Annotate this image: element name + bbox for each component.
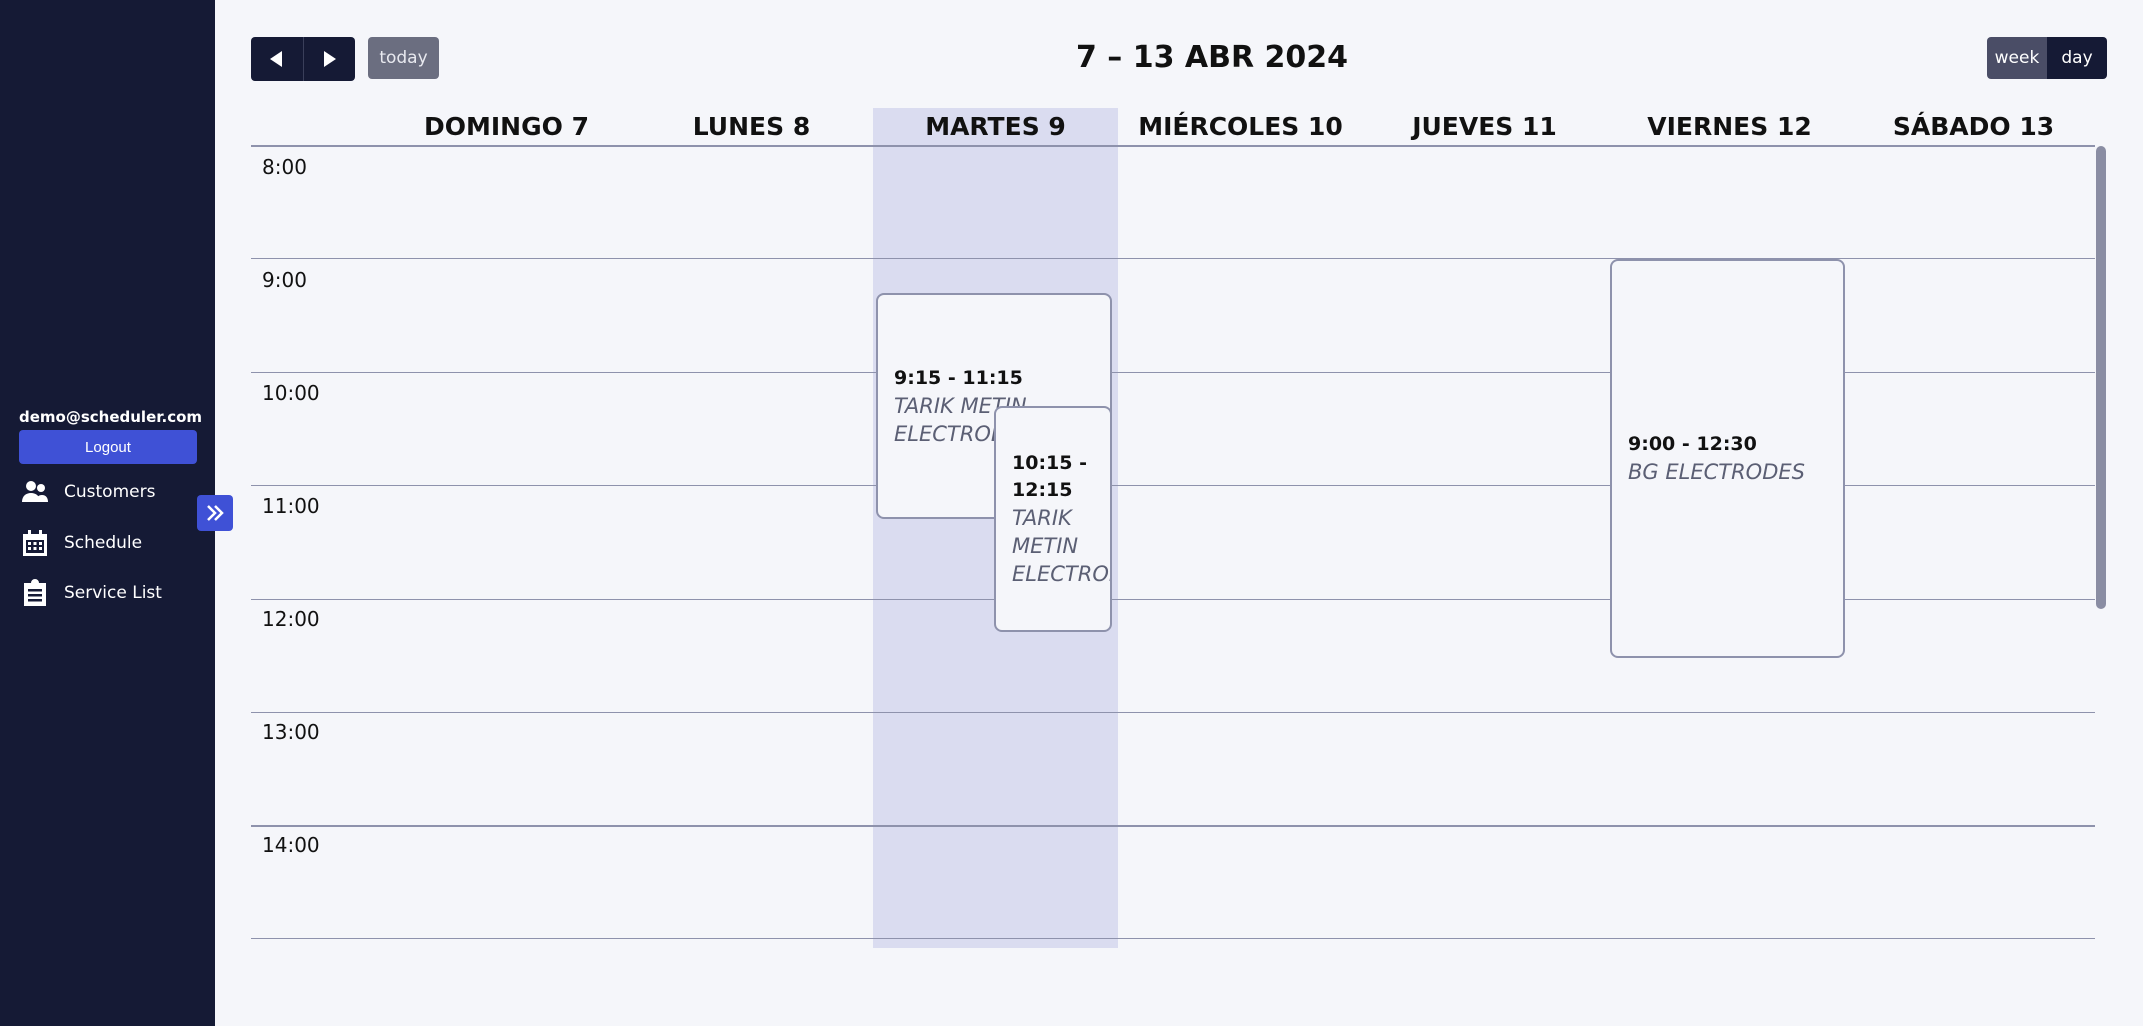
time-label: 14:00	[262, 833, 320, 857]
day-header[interactable]: LUNES 8	[629, 108, 874, 146]
clipboard-icon	[20, 578, 50, 608]
time-label: 9:00	[262, 268, 307, 292]
time-label: 8:00	[262, 155, 307, 179]
users-icon	[20, 477, 50, 507]
hour-line	[251, 938, 2095, 939]
day-header[interactable]: MARTES 9	[873, 108, 1118, 146]
today-button[interactable]: today	[368, 37, 439, 79]
prev-button[interactable]	[251, 37, 304, 81]
next-button[interactable]	[304, 37, 356, 81]
day-header[interactable]: DOMINGO 7	[384, 108, 629, 146]
sidebar-item-label: Service List	[64, 583, 162, 603]
logout-button[interactable]: Logout	[19, 430, 197, 464]
day-header[interactable]: VIERNES 12	[1607, 108, 1852, 146]
header-divider	[251, 145, 2095, 147]
hour-line	[251, 712, 2095, 713]
sidebar-item-customers[interactable]: Customers	[20, 474, 155, 510]
sidebar: demo@scheduler.com Logout Customers Sche…	[0, 0, 215, 1026]
day-header[interactable]: SÁBADO 13	[1851, 108, 2096, 146]
view-switcher: week day	[1987, 37, 2107, 79]
sidebar-item-label: Customers	[64, 482, 156, 502]
user-email: demo@scheduler.com	[19, 408, 203, 426]
calendar-title: 7 – 13 ABR 2024	[1075, 40, 1349, 75]
event-time: 10:15 - 12:15	[1012, 452, 1087, 501]
triangle-left-icon	[269, 51, 282, 67]
calendar-icon	[20, 528, 50, 558]
day-header[interactable]: JUEVES 11	[1362, 108, 1607, 146]
expand-sidebar-button[interactable]	[197, 495, 233, 531]
scrollbar[interactable]	[2096, 146, 2106, 609]
time-label: 10:00	[262, 381, 320, 405]
event-title: TARIK METIN ELECTRODES	[1012, 506, 1110, 586]
hour-line	[251, 825, 2095, 827]
event-time: 9:00 - 12:30	[1628, 433, 1757, 455]
calendar-event[interactable]: 10:15 - 12:15 TARIK METIN ELECTRODES	[994, 406, 1112, 632]
time-label: 13:00	[262, 720, 320, 744]
event-time: 9:15 - 11:15	[894, 366, 1023, 389]
triangle-right-icon	[324, 51, 337, 67]
time-label: 12:00	[262, 607, 320, 631]
prev-next-group	[251, 37, 355, 81]
sidebar-item-service-list[interactable]: Service List	[20, 575, 162, 611]
sidebar-item-schedule[interactable]: Schedule	[20, 525, 142, 561]
day-header[interactable]: MIÉRCOLES 10	[1118, 108, 1363, 146]
event-title: BG ELECTRODES	[1628, 460, 1805, 484]
day-view-button[interactable]: day	[2047, 37, 2107, 79]
week-view-button[interactable]: week	[1987, 37, 2047, 79]
double-chevron-right-icon	[207, 505, 224, 521]
time-label: 11:00	[262, 494, 320, 518]
calendar-event[interactable]: 9:00 - 12:30 BG ELECTRODES	[1610, 259, 1845, 658]
sidebar-item-label: Schedule	[64, 533, 143, 553]
